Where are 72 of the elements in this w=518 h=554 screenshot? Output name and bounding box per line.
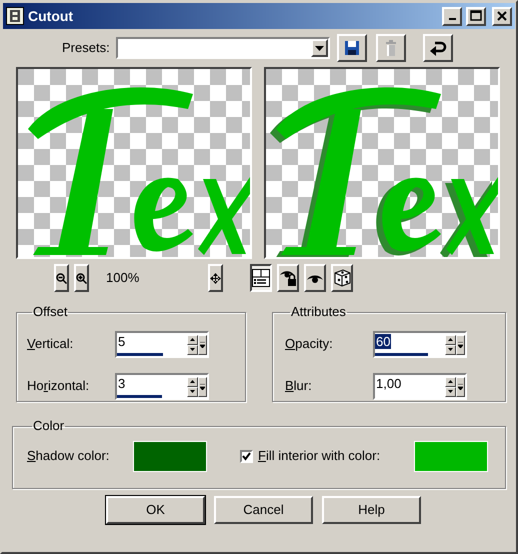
zoom-in-button[interactable] (74, 264, 89, 292)
spin-up-button[interactable] (445, 334, 456, 344)
dialog-button[interactable]: OK (106, 496, 205, 524)
number-field[interactable]: 3 (115, 372, 209, 400)
spin-up-button[interactable] (187, 334, 198, 344)
dice-icon (333, 269, 351, 287)
maximize-button[interactable] (466, 6, 486, 26)
reset-button[interactable] (422, 34, 453, 62)
down-arrow-icon (190, 348, 195, 351)
group-title: Offset (32, 305, 68, 319)
trash-icon (384, 40, 398, 56)
save-icon (344, 40, 360, 56)
window-title: Cutout (28, 6, 74, 26)
group-title: Color (32, 419, 66, 433)
dropdown-button[interactable] (456, 334, 465, 354)
number-field[interactable]: 5 (115, 330, 209, 358)
checkmark-icon (242, 452, 251, 460)
checkbox[interactable] (240, 450, 253, 462)
dropdown-button[interactable] (198, 334, 207, 354)
magnifier-minus-icon (56, 272, 67, 284)
dropdown-arrow-icon (314, 46, 324, 50)
spin-down-button[interactable] (445, 344, 456, 354)
dropdown-arrow-icon (200, 384, 205, 390)
minimize-button[interactable] (442, 6, 462, 26)
dropdown-button[interactable] (456, 376, 465, 396)
delete-preset-button[interactable] (376, 34, 406, 62)
number-field[interactable]: 60 (373, 330, 467, 358)
up-arrow-icon (448, 380, 453, 383)
field-label: Opacity: (285, 335, 334, 354)
dropdown-arrow-icon (458, 384, 463, 390)
spin-down-button[interactable] (187, 386, 198, 396)
dialog-button[interactable]: Cancel (214, 496, 313, 524)
spin-up-button[interactable] (445, 376, 456, 386)
dialog-button[interactable]: Help (322, 496, 421, 524)
down-arrow-icon (448, 348, 453, 351)
up-arrow-icon (190, 380, 195, 383)
spin-down-button[interactable] (445, 386, 456, 396)
app-icon (6, 7, 24, 25)
spin-up-button[interactable] (187, 376, 198, 386)
presets-label: Presets: (62, 39, 110, 58)
number-field[interactable]: 1,00 (373, 372, 467, 400)
color-swatch[interactable] (133, 440, 207, 472)
move-arrows-icon (210, 272, 221, 284)
color-swatch[interactable] (414, 440, 488, 472)
maximize-icon (468, 9, 484, 23)
minimize-icon (448, 18, 456, 20)
field-label: Horizontal: (27, 377, 90, 396)
fill-interior-label: Fill interior with color: (258, 447, 382, 466)
down-arrow-icon (448, 390, 453, 393)
pan-button[interactable] (208, 264, 223, 292)
zoom-out-button[interactable] (54, 264, 69, 292)
field-label: Blur: (285, 377, 313, 396)
up-arrow-icon (448, 338, 453, 341)
down-arrow-icon (190, 390, 195, 393)
dropdown-arrow-icon (200, 342, 205, 348)
close-button[interactable] (492, 6, 512, 26)
zoom-level: 100% (106, 269, 140, 288)
field-label: Vertical: (27, 335, 74, 354)
save-preset-button[interactable] (336, 34, 367, 62)
layout-icon (252, 269, 270, 287)
view-toggle-button[interactable] (250, 264, 272, 292)
eye-icon (306, 273, 324, 283)
spin-down-button[interactable] (187, 344, 198, 354)
magnifier-plus-icon (76, 272, 87, 284)
presets-dropdown[interactable] (116, 37, 330, 59)
dropdown-button[interactable] (198, 376, 207, 396)
dropdown-arrow-icon (458, 342, 463, 348)
group-title: Attributes (290, 305, 347, 319)
shadow-color-label: Shadow color: (27, 447, 110, 466)
up-arrow-icon (190, 338, 195, 341)
undo-arrow-icon (428, 40, 447, 56)
eye-lock-icon (279, 269, 297, 287)
